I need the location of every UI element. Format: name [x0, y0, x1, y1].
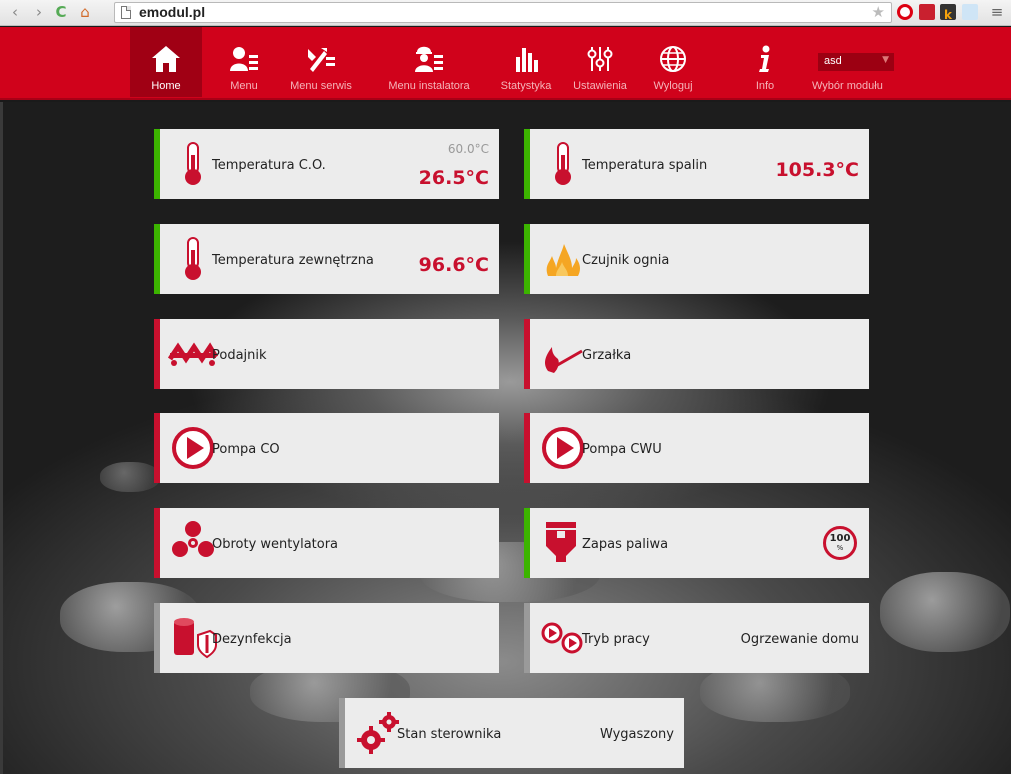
- tile-stan-sterownika[interactable]: Stan sterownika Wygaszony: [339, 698, 684, 768]
- browser-toolbar: ‹ › C ⌂ emodul.pl ★ k ≡: [0, 0, 1011, 26]
- temperatura-zewnetrzna-value: 96.6°C: [418, 254, 489, 276]
- pump-icon: [172, 427, 214, 469]
- fuel-hopper-icon: [546, 522, 576, 562]
- sliders-icon: [587, 47, 613, 71]
- fuel-level-unit: %: [836, 544, 844, 552]
- tile-pompa-co[interactable]: Pompa CO: [154, 413, 499, 483]
- tile-tryb-pracy[interactable]: Tryb pracy Ogrzewanie domu: [524, 603, 869, 673]
- forward-icon[interactable]: ›: [30, 3, 48, 21]
- tile-dezynfekcja-label: Dezynfekcja: [212, 632, 292, 647]
- nav-wyloguj[interactable]: Wyloguj: [637, 27, 709, 97]
- tile-podajnik-label: Podajnik: [212, 348, 267, 363]
- tile-pompa-cwu[interactable]: Pompa CWU: [524, 413, 869, 483]
- disinfection-tank-icon: [174, 618, 217, 659]
- back-icon[interactable]: ‹: [6, 3, 24, 21]
- globe-icon: [660, 46, 686, 72]
- fuel-level-value: 100: [829, 533, 851, 544]
- bar-chart-icon: [516, 48, 538, 72]
- tile-grzalka[interactable]: Grzałka: [524, 319, 869, 389]
- k-extension-icon[interactable]: k: [940, 4, 956, 22]
- translate-extension-icon[interactable]: [962, 4, 978, 20]
- tile-temperatura-spalin-label: Temperatura spalin: [582, 158, 708, 173]
- tile-stan-sterownika-label: Stan sterownika: [397, 727, 502, 742]
- match-flame-icon: [545, 347, 583, 373]
- nav-menu-instalatora[interactable]: Menu instalatora: [388, 27, 470, 97]
- tryb-pracy-value: Ogrzewanie domu: [740, 632, 859, 647]
- reload-icon[interactable]: C: [52, 3, 70, 21]
- tile-obroty-wentylatora-label: Obroty wentylatora: [212, 537, 339, 552]
- tile-tryb-pracy-label: Tryb pracy: [582, 632, 650, 647]
- tile-temperatura-spalin[interactable]: Temperatura spalin 105.3°C: [524, 129, 869, 199]
- home-icon: [152, 46, 180, 72]
- fuel-level-gauge: 100 %: [823, 526, 857, 560]
- user-menu-icon: [230, 47, 258, 71]
- url-text: emodul.pl: [139, 4, 206, 20]
- nav-wyloguj-label: Wyloguj: [653, 80, 693, 92]
- tile-czujnik-ognia-label: Czujnik ognia: [582, 253, 670, 268]
- tile-temperatura-co[interactable]: Temperatura C.O. 60.0°C 26.5°C: [154, 129, 499, 199]
- temperatura-co-setpoint: 60.0°C: [447, 142, 489, 156]
- tile-temperatura-zewnetrzna[interactable]: Temperatura zewnętrzna 96.6°C: [154, 224, 499, 294]
- tile-grzalka-label: Grzałka: [582, 348, 632, 363]
- tile-pompa-cwu-label: Pompa CWU: [582, 442, 662, 457]
- tile-dezynfekcja[interactable]: Dezynfekcja: [154, 603, 499, 673]
- tools-menu-icon: [308, 48, 335, 72]
- installer-icon: [415, 46, 443, 72]
- fan-icon: [172, 521, 214, 557]
- module-select[interactable]: asd ▼: [818, 53, 894, 71]
- feeder-icon: [168, 342, 218, 366]
- thermometer-icon: [185, 142, 201, 185]
- nav-statystyka[interactable]: Statystyka: [490, 27, 562, 97]
- thermometer-icon: [555, 142, 571, 185]
- temperatura-co-value: 26.5°C: [418, 167, 489, 189]
- opera-extension-icon[interactable]: [897, 4, 913, 20]
- main-navigation: Home Menu Menu serwis Menu instalatora S…: [0, 27, 1011, 100]
- home-browser-icon[interactable]: ⌂: [76, 3, 94, 21]
- nav-home[interactable]: Home: [130, 27, 202, 97]
- nav-info[interactable]: Info: [729, 27, 801, 97]
- nav-menu-instalatora-label: Menu instalatora: [388, 80, 470, 92]
- tile-zapas-paliwa[interactable]: Zapas paliwa 100 %: [524, 508, 869, 578]
- module-select-label: Wybór modułu: [812, 80, 883, 92]
- nav-menu-serwis[interactable]: Menu serwis: [285, 27, 357, 97]
- nav-info-label: Info: [755, 80, 775, 92]
- operation-mode-icon: [541, 622, 583, 654]
- tile-pompa-co-label: Pompa CO: [212, 442, 280, 457]
- tile-obroty-wentylatora[interactable]: Obroty wentylatora: [154, 508, 499, 578]
- gears-icon: [357, 712, 399, 754]
- address-bar[interactable]: emodul.pl ★: [114, 2, 892, 23]
- temperatura-spalin-value: 105.3°C: [775, 159, 859, 181]
- thermometer-icon: [185, 237, 201, 280]
- stan-sterownika-value: Wygaszony: [599, 727, 674, 742]
- fire-icon: [546, 244, 580, 276]
- nav-menu[interactable]: Menu: [208, 27, 280, 97]
- tile-podajnik[interactable]: Podajnik: [154, 319, 499, 389]
- tile-temperatura-co-label: Temperatura C.O.: [212, 158, 326, 173]
- tile-czujnik-ognia[interactable]: Czujnik ognia: [524, 224, 869, 294]
- dropdown-arrow-icon: ▼: [882, 55, 889, 65]
- nav-menu-serwis-label: Menu serwis: [290, 80, 352, 92]
- nav-ustawienia[interactable]: Ustawienia: [564, 27, 636, 97]
- bookmark-extension-icon[interactable]: [919, 4, 935, 20]
- bookmark-star-icon[interactable]: ★: [872, 3, 885, 21]
- page-icon: [121, 6, 131, 19]
- info-icon: [759, 45, 770, 72]
- left-edge: [0, 102, 3, 774]
- menu-icon[interactable]: ≡: [988, 3, 1006, 21]
- pump-icon: [542, 427, 584, 469]
- tile-temperatura-zewnetrzna-label: Temperatura zewnętrzna: [212, 253, 374, 268]
- module-select-value: asd: [824, 55, 842, 67]
- tile-zapas-paliwa-label: Zapas paliwa: [582, 537, 669, 552]
